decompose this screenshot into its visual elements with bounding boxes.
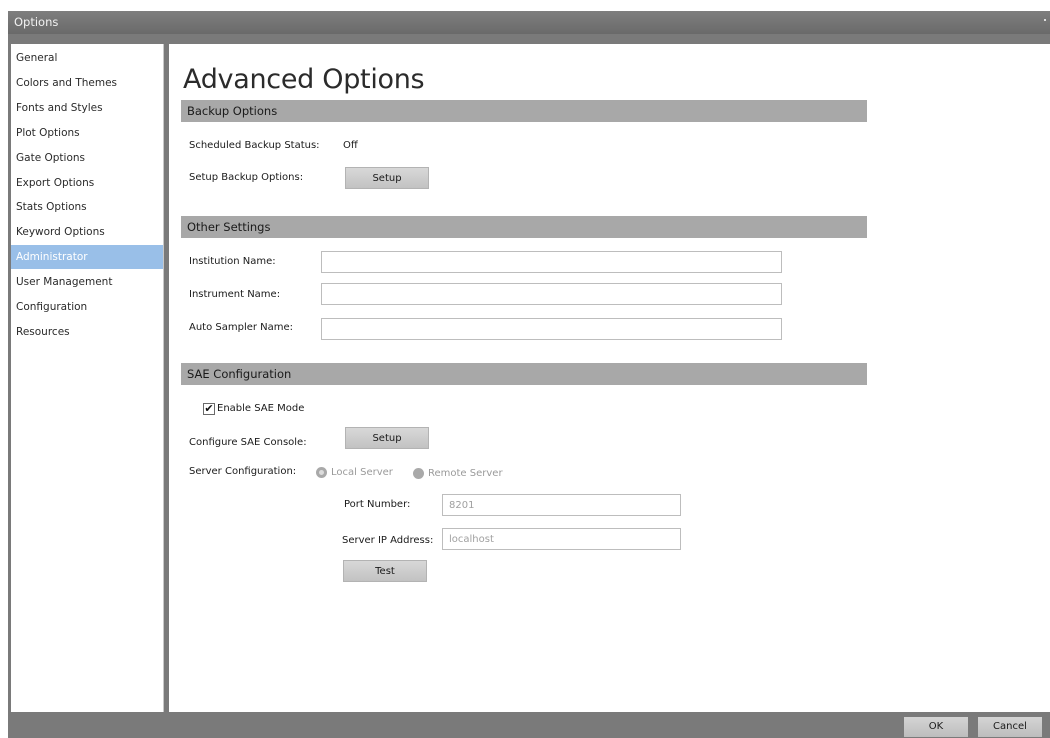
sidebar-item-label: Gate Options bbox=[16, 152, 85, 164]
page-title: Advanced Options bbox=[183, 64, 425, 95]
configure-sae-console-label: Configure SAE Console: bbox=[189, 437, 307, 448]
sidebar-item-label: Stats Options bbox=[16, 201, 87, 213]
remote-server-label: Remote Server bbox=[428, 468, 503, 479]
window-title: Options bbox=[14, 15, 59, 29]
local-server-radio[interactable] bbox=[316, 467, 327, 478]
sidebar-item-administrator[interactable]: Administrator bbox=[11, 245, 163, 269]
backup-status-label: Scheduled Backup Status: bbox=[189, 140, 320, 151]
sidebar-item-resources[interactable]: Resources bbox=[11, 320, 163, 344]
server-ip-address-label: Server IP Address: bbox=[342, 535, 434, 546]
remote-server-radio[interactable] bbox=[413, 468, 424, 479]
sidebar-item-export-options[interactable]: Export Options bbox=[11, 171, 163, 195]
test-connection-button[interactable]: Test bbox=[343, 560, 427, 582]
sidebar-item-user-management[interactable]: User Management bbox=[11, 270, 163, 294]
server-configuration-label: Server Configuration: bbox=[189, 466, 297, 477]
section-header-backup: Backup Options bbox=[181, 100, 867, 122]
sidebar-item-label: Resources bbox=[16, 326, 70, 338]
sidebar-item-keyword-options[interactable]: Keyword Options bbox=[11, 220, 163, 244]
sidebar-item-label: Configuration bbox=[16, 301, 88, 313]
institution-name-label: Institution Name: bbox=[189, 256, 276, 267]
ok-button[interactable]: OK bbox=[904, 717, 968, 737]
sidebar-item-colors-and-themes[interactable]: Colors and Themes bbox=[11, 71, 163, 95]
sidebar-item-stats-options[interactable]: Stats Options bbox=[11, 195, 163, 219]
auto-sampler-name-input[interactable] bbox=[321, 318, 782, 340]
window-titlebar: Options bbox=[8, 11, 1050, 34]
auto-sampler-name-label: Auto Sampler Name: bbox=[189, 322, 294, 333]
section-header-other-settings: Other Settings bbox=[181, 216, 867, 238]
sidebar-item-label: Export Options bbox=[16, 177, 95, 189]
sidebar-item-label: Keyword Options bbox=[16, 226, 105, 238]
sidebar-item-configuration[interactable]: Configuration bbox=[11, 295, 163, 319]
sidebar-item-label: Fonts and Styles bbox=[16, 102, 103, 114]
dialog-footer: OK Cancel bbox=[8, 714, 1050, 738]
section-header-sae-configuration: SAE Configuration bbox=[181, 363, 867, 385]
sidebar-item-label: Plot Options bbox=[16, 127, 80, 139]
sidebar-item-label: Administrator bbox=[16, 251, 88, 263]
institution-name-input[interactable] bbox=[321, 251, 782, 273]
configure-sae-console-setup-button[interactable]: Setup bbox=[345, 427, 429, 449]
instrument-name-label: Instrument Name: bbox=[189, 289, 281, 300]
enable-sae-mode-checkbox[interactable]: ✔ bbox=[203, 403, 215, 415]
window-close-icon[interactable] bbox=[1044, 19, 1046, 21]
sidebar-item-label: General bbox=[16, 52, 58, 64]
enable-sae-mode-label: Enable SAE Mode bbox=[217, 403, 305, 414]
options-sidebar: General Colors and Themes Fonts and Styl… bbox=[11, 44, 164, 712]
setup-backup-label: Setup Backup Options: bbox=[189, 172, 304, 183]
sidebar-item-general[interactable]: General bbox=[11, 46, 163, 70]
sidebar-item-fonts-and-styles[interactable]: Fonts and Styles bbox=[11, 96, 163, 120]
options-main-panel: Advanced Options Backup Options Schedule… bbox=[169, 44, 1050, 712]
port-number-label: Port Number: bbox=[344, 499, 411, 510]
setup-backup-button[interactable]: Setup bbox=[345, 167, 429, 189]
local-server-label: Local Server bbox=[331, 467, 393, 478]
instrument-name-input[interactable] bbox=[321, 283, 782, 305]
sidebar-item-plot-options[interactable]: Plot Options bbox=[11, 121, 163, 145]
sidebar-item-gate-options[interactable]: Gate Options bbox=[11, 146, 163, 170]
cancel-button[interactable]: Cancel bbox=[978, 717, 1042, 737]
server-ip-address-input[interactable] bbox=[442, 528, 681, 550]
sidebar-item-label: Colors and Themes bbox=[16, 77, 118, 89]
port-number-input[interactable] bbox=[442, 494, 681, 516]
backup-status-value: Off bbox=[343, 140, 358, 151]
sidebar-item-label: User Management bbox=[16, 276, 113, 288]
